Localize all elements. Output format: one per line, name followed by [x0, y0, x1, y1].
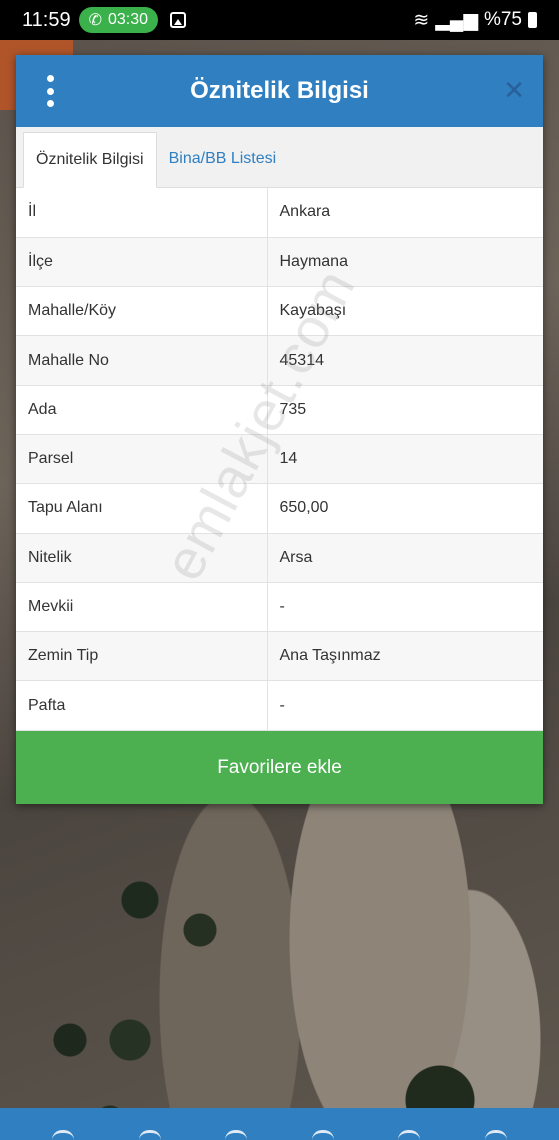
attribute-key: Mevkii [16, 582, 268, 633]
bottom-toolbar [0, 1108, 559, 1140]
attribute-key: Pafta [16, 680, 268, 731]
table-row: Pafta - [16, 680, 543, 731]
table-row: Mevkii - [16, 582, 543, 633]
attribute-value: Arsa [267, 533, 543, 583]
attribute-value: Ankara [267, 188, 543, 238]
document-icon[interactable] [484, 1130, 507, 1140]
status-bar: 11:59 ✆ 03:30 ≋ ▂▄▆ %75 [0, 0, 559, 40]
table-row: Zemin Tip Ana Taşınmaz [16, 631, 543, 682]
attribute-value: - [267, 680, 543, 731]
call-duration: 03:30 [107, 11, 149, 28]
attribute-table: İl Ankara İlçe Haymana Mahalle/Köy Kayabaşı Ma… [16, 188, 543, 731]
dialog-title: Öznitelik Bilgisi [190, 77, 369, 104]
attribute-key: Mahalle No [16, 335, 268, 386]
status-right: ≋ ▂▄▆ %75 [413, 9, 537, 32]
attribute-key: Zemin Tip [16, 631, 268, 682]
attribute-key: İlçe [16, 237, 268, 288]
more-vert-icon[interactable] [44, 75, 56, 107]
table-row: Ada 735 [16, 385, 543, 435]
battery-icon [528, 12, 537, 28]
attribute-key: Mahalle/Köy [16, 286, 268, 337]
attribute-key: Tapu Alanı [16, 483, 268, 534]
table-row: Tapu Alanı 650,00 [16, 483, 543, 534]
battery-percent: %75 [483, 9, 522, 30]
attribute-value: 650,00 [267, 483, 543, 534]
tab-building-list[interactable]: Bina/BB Listesi [157, 131, 289, 187]
layers-icon[interactable] [398, 1130, 421, 1140]
ongoing-call-pill[interactable]: ✆ 03:30 [78, 7, 159, 33]
table-row: Mahalle No 45314 [16, 335, 543, 386]
table-row: İlçe Haymana [16, 237, 543, 288]
attribute-value: - [267, 582, 543, 633]
attribute-value: Ana Taşınmaz [267, 631, 543, 682]
status-time: 11:59 [22, 8, 71, 31]
tab-attribute-info[interactable]: Öznitelik Bilgisi [23, 132, 157, 188]
attribute-key: Ada [16, 385, 268, 435]
attribute-value: Kayabaşı [267, 286, 543, 337]
add-to-favorites-button[interactable]: Favorilere ekle [16, 731, 543, 804]
attribute-key: Parsel [16, 434, 268, 485]
attribute-dialog: Öznitelik Bilgisi ✕ Öznitelik Bilgisi Bi… [16, 55, 543, 804]
attribute-key: İl [16, 188, 268, 238]
attribute-key: Nitelik [16, 533, 268, 583]
table-row: Mahalle/Köy Kayabaşı [16, 286, 543, 337]
attribute-value: Haymana [267, 237, 543, 288]
wifi-icon: ≋ [413, 9, 430, 31]
location-icon[interactable] [138, 1130, 161, 1140]
attribute-value: 735 [267, 385, 543, 435]
phone-icon: ✆ [88, 12, 102, 29]
table-row: Parsel 14 [16, 434, 543, 485]
info-icon[interactable] [225, 1130, 248, 1140]
dialog-header: Öznitelik Bilgisi ✕ [16, 55, 543, 127]
gallery-icon [170, 12, 187, 28]
star-icon[interactable] [311, 1130, 334, 1140]
attribute-value: 14 [267, 434, 543, 485]
tab-bar: Öznitelik Bilgisi Bina/BB Listesi [16, 127, 543, 188]
attribute-value: 45314 [267, 335, 543, 386]
table-row: İl Ankara [16, 188, 543, 238]
refresh-icon[interactable] [52, 1130, 75, 1140]
signal-icon: ▂▄▆ [435, 9, 478, 31]
close-icon[interactable]: ✕ [503, 77, 525, 103]
table-row: Nitelik Arsa [16, 533, 543, 583]
